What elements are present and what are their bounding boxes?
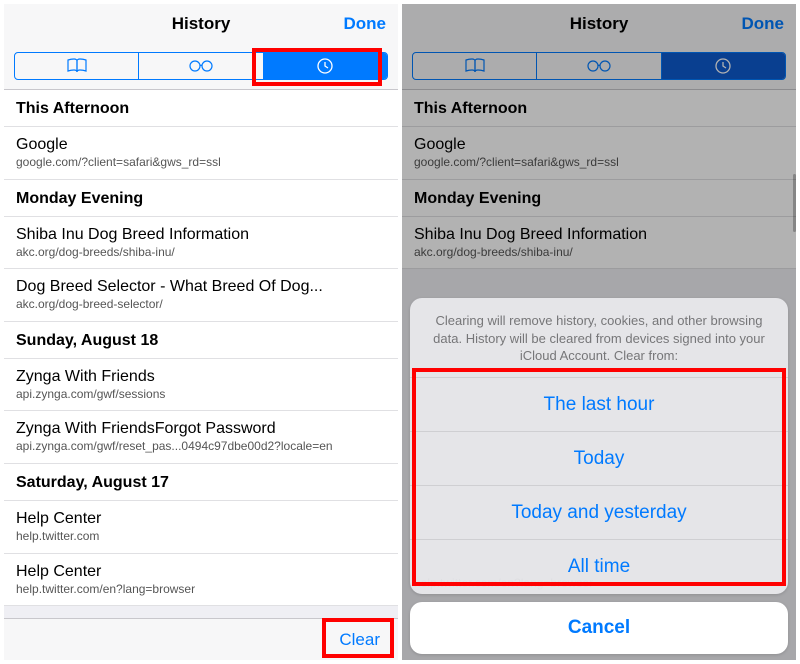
done-button[interactable]: Done — [344, 4, 387, 44]
history-item-url: akc.org/dog-breeds/shiba-inu/ — [16, 245, 386, 261]
history-item[interactable]: Zynga With Friendsapi.zynga.com/gwf/sess… — [4, 359, 398, 412]
history-item-title: Google — [414, 135, 784, 155]
scrollbar[interactable] — [793, 174, 796, 232]
history-item-title: Shiba Inu Dog Breed Information — [414, 225, 784, 245]
clock-icon — [316, 57, 334, 75]
history-item-title: Google — [16, 135, 386, 155]
history-item-url: google.com/?client=safari&gws_rd=ssl — [414, 155, 784, 171]
clear-button[interactable]: Clear — [339, 630, 380, 650]
history-item-url: google.com/?client=safari&gws_rd=ssl — [16, 155, 386, 171]
history-item-title: Shiba Inu Dog Breed Information — [16, 225, 386, 245]
history-screen-right: History Done — [402, 4, 796, 660]
clear-option[interactable]: Today — [410, 432, 788, 486]
page-title: History — [570, 14, 629, 34]
history-item[interactable]: Zynga With FriendsForgot Passwordapi.zyn… — [4, 411, 398, 464]
history-item-url: api.zynga.com/gwf/reset_pas...0494c97dbe… — [16, 439, 386, 455]
segmented-control-bar — [4, 44, 398, 90]
history-item-title: Help Center — [16, 562, 386, 582]
history-item-url: akc.org/dog-breed-selector/ — [16, 297, 386, 313]
history-item-title: Zynga With Friends — [16, 367, 386, 387]
tab-bookmarks[interactable] — [15, 53, 139, 79]
history-item[interactable]: Googlegoogle.com/?client=safari&gws_rd=s… — [402, 127, 796, 180]
section-header: This Afternoon — [402, 90, 796, 127]
history-item[interactable]: Help Centerhelp.twitter.com — [4, 501, 398, 554]
bottom-toolbar: Clear — [4, 618, 398, 660]
history-screen-left: History Done — [4, 4, 402, 660]
segmented-control[interactable] — [14, 52, 388, 80]
section-header: Monday Evening — [4, 180, 398, 217]
tab-history[interactable] — [264, 53, 387, 79]
segmented-control[interactable] — [412, 52, 786, 80]
cancel-button[interactable]: Cancel — [410, 602, 788, 654]
history-list[interactable]: This AfternoonGooglegoogle.com/?client=s… — [4, 90, 398, 606]
history-item-url: help.twitter.com — [16, 529, 386, 545]
segmented-control-bar — [402, 44, 796, 90]
book-icon — [464, 58, 486, 74]
tab-history[interactable] — [662, 53, 785, 79]
section-header: Monday Evening — [402, 180, 796, 217]
history-item-url: api.zynga.com/gwf/sessions — [16, 387, 386, 403]
done-button[interactable]: Done — [742, 4, 785, 44]
page-title: History — [172, 14, 231, 34]
history-item-title: Zynga With FriendsForgot Password — [16, 419, 386, 439]
nav-header: History Done — [4, 4, 398, 44]
clock-icon — [714, 57, 732, 75]
history-item[interactable]: Shiba Inu Dog Breed Informationakc.org/d… — [4, 217, 398, 270]
history-item[interactable]: Googlegoogle.com/?client=safari&gws_rd=s… — [4, 127, 398, 180]
action-sheet-message: Clearing will remove history, cookies, a… — [410, 298, 788, 378]
history-item-title: Dog Breed Selector - What Breed Of Dog..… — [16, 277, 386, 297]
history-item[interactable]: Shiba Inu Dog Breed Informationakc.org/d… — [402, 217, 796, 270]
nav-header: History Done — [402, 4, 796, 44]
glasses-icon — [585, 59, 613, 73]
book-icon — [66, 58, 88, 74]
section-header: This Afternoon — [4, 90, 398, 127]
clear-option[interactable]: Today and yesterday — [410, 486, 788, 540]
history-list[interactable]: This AfternoonGooglegoogle.com/?client=s… — [402, 90, 796, 269]
clear-option[interactable]: All time — [410, 540, 788, 594]
history-item[interactable]: Dog Breed Selector - What Breed Of Dog..… — [4, 269, 398, 322]
glasses-icon — [187, 59, 215, 73]
history-item[interactable]: Help Centerhelp.twitter.com/en?lang=brow… — [4, 554, 398, 607]
action-sheet: Clearing will remove history, cookies, a… — [410, 298, 788, 654]
tab-reading-list[interactable] — [537, 53, 661, 79]
history-item-url: help.twitter.com/en?lang=browser — [16, 582, 386, 598]
section-header: Saturday, August 17 — [4, 464, 398, 501]
tab-bookmarks[interactable] — [413, 53, 537, 79]
clear-option[interactable]: The last hour — [410, 378, 788, 432]
history-item-url: akc.org/dog-breeds/shiba-inu/ — [414, 245, 784, 261]
tab-reading-list[interactable] — [139, 53, 263, 79]
history-item-title: Help Center — [16, 509, 386, 529]
section-header: Sunday, August 18 — [4, 322, 398, 359]
